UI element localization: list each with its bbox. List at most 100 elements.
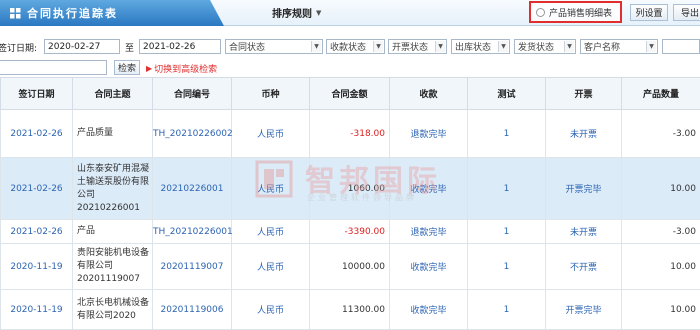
chevron-down-icon: ▼ [316,9,321,17]
chevron-down-icon: ▼ [564,41,574,52]
payment-status-value: 收款状态 [330,40,366,53]
table-row[interactable]: 2020-11-19 北京长电机械设备有限公司2020 20201119006 … [1,290,700,330]
cell-currency: 人民币 [232,110,310,158]
radio-icon[interactable] [536,8,545,17]
advanced-search-label: 切换到高级检索 [154,62,217,75]
col-test[interactable]: 测试 [468,78,546,110]
cell-currency: 人民币 [232,158,310,220]
col-subject[interactable]: 合同主题 [73,78,153,110]
sort-rule-label: 排序规则 [272,5,312,20]
cell-quantity: -3.00 [622,110,700,158]
cell-amount: 10000.00 [310,244,390,290]
customer-name-input[interactable] [662,39,700,54]
cell-payment[interactable]: 收款完毕 [390,244,468,290]
contract-status-value: 合同状态 [229,40,265,53]
contract-table: 签订日期 合同主题 合同编号 币种 合同金额 收款 测试 开票 产品数量 202… [0,77,700,330]
arrow-right-icon: ▶ [146,64,152,73]
contract-status-select[interactable]: 合同状态 ▼ [225,39,323,54]
date-from-input[interactable]: 2020-02-27 [44,39,120,54]
table-row[interactable]: 2021-02-26 产品质量 TH_20210226002 人民币 -318.… [1,110,700,158]
title-bar: 合同执行追踪表 排序规则 ▼ 产品销售明细表 列设置 导出 [0,0,700,26]
cell-payment[interactable]: 退款完毕 [390,220,468,244]
product-sales-detail-label: 产品销售明细表 [549,6,612,19]
shipping-status-select[interactable]: 发货状态 ▼ [514,39,576,54]
cell-payment[interactable]: 退款完毕 [390,110,468,158]
date-to-input[interactable]: 2021-02-26 [139,39,221,54]
cell-subject[interactable]: 产品质量 [73,110,153,158]
outbound-status-select[interactable]: 出库状态 ▼ [451,39,510,54]
customer-name-value: 客户名称 [584,40,620,53]
invoice-status-select[interactable]: 开票状态 ▼ [388,39,447,54]
cell-number[interactable]: 20201119006 [153,290,232,330]
advanced-search-link[interactable]: ▶ 切换到高级检索 [146,62,217,75]
cell-number[interactable]: TH_20210226002 [153,110,232,158]
cell-amount: 11300.00 [310,290,390,330]
keyword-input[interactable] [0,60,107,75]
customer-name-select[interactable]: 客户名称 ▼ [580,39,658,54]
col-amount[interactable]: 合同金额 [310,78,390,110]
cell-payment[interactable]: 收款完毕 [390,158,468,220]
cell-number[interactable]: 20201119007 [153,244,232,290]
cell-amount: -318.00 [310,110,390,158]
payment-status-select[interactable]: 收款状态 ▼ [326,39,385,54]
table-row[interactable]: 2021-02-26 产品 TH_20210226001 人民币 -3390.0… [1,220,700,244]
grid-icon [10,8,21,19]
cell-test: 1 [468,158,546,220]
invoice-status-value: 开票状态 [392,40,428,53]
col-invoice[interactable]: 开票 [546,78,622,110]
outbound-status-value: 出库状态 [455,40,491,53]
chevron-down-icon: ▼ [646,41,656,52]
cell-payment[interactable]: 收款完毕 [390,290,468,330]
cell-number[interactable]: TH_20210226001 [153,220,232,244]
cell-subject[interactable]: 产品 [73,220,153,244]
col-quantity[interactable]: 产品数量 [622,78,700,110]
cell-date: 2021-02-26 [1,110,73,158]
chevron-down-icon: ▼ [498,41,508,52]
table-row[interactable]: 2020-11-19 贵阳安能机电设备有限公司20201119007 20201… [1,244,700,290]
cell-date: 2020-11-19 [1,244,73,290]
date-to-label: 至 [125,41,134,54]
table-header-row: 签订日期 合同主题 合同编号 币种 合同金额 收款 测试 开票 产品数量 [1,78,700,110]
cell-subject[interactable]: 北京长电机械设备有限公司2020 [73,290,153,330]
chevron-down-icon: ▼ [435,41,445,52]
sort-rule-menu[interactable]: 排序规则 ▼ [272,5,321,20]
cell-date: 2021-02-26 [1,220,73,244]
cell-test: 1 [468,110,546,158]
cell-invoice[interactable]: 不开票 [546,244,622,290]
col-payment[interactable]: 收款 [390,78,468,110]
cell-quantity: 10.00 [622,244,700,290]
cell-quantity: -3.00 [622,220,700,244]
export-button[interactable]: 导出 [673,4,700,21]
cell-subject[interactable]: 贵阳安能机电设备有限公司20201119007 [73,244,153,290]
col-number[interactable]: 合同编号 [153,78,232,110]
cell-invoice[interactable]: 未开票 [546,110,622,158]
chevron-down-icon: ▼ [311,41,321,52]
cell-test: 1 [468,244,546,290]
product-sales-detail-toggle[interactable]: 产品销售明细表 [529,1,622,23]
cell-test: 1 [468,290,546,330]
cell-date: 2020-11-19 [1,290,73,330]
table-row[interactable]: 2021-02-26 山东泰安矿用混凝土输送泵股份有限公司20210226001… [1,158,700,220]
col-currency[interactable]: 币种 [232,78,310,110]
shipping-status-value: 发货状态 [518,40,554,53]
cell-invoice[interactable]: 开票完毕 [546,158,622,220]
cell-date: 2021-02-26 [1,158,73,220]
search-button[interactable]: 检索 [114,60,140,75]
cell-amount: -3390.00 [310,220,390,244]
column-settings-button[interactable]: 列设置 [630,4,668,21]
cell-quantity: 10.00 [622,290,700,330]
col-sign-date[interactable]: 签订日期 [1,78,73,110]
cell-test: 1 [468,220,546,244]
chevron-down-icon: ▼ [373,41,383,52]
page-title: 合同执行追踪表 [27,5,118,21]
title-tab: 合同执行追踪表 [0,0,224,26]
cell-subject[interactable]: 山东泰安矿用混凝土输送泵股份有限公司20210226001 [73,158,153,220]
cell-currency: 人民币 [232,244,310,290]
cell-invoice[interactable]: 未开票 [546,220,622,244]
cell-quantity: 10.00 [622,158,700,220]
cell-currency: 人民币 [232,220,310,244]
cell-number[interactable]: 20210226001 [153,158,232,220]
sign-date-label: 签订日期: [0,41,37,54]
cell-currency: 人民币 [232,290,310,330]
cell-invoice[interactable]: 开票完毕 [546,290,622,330]
